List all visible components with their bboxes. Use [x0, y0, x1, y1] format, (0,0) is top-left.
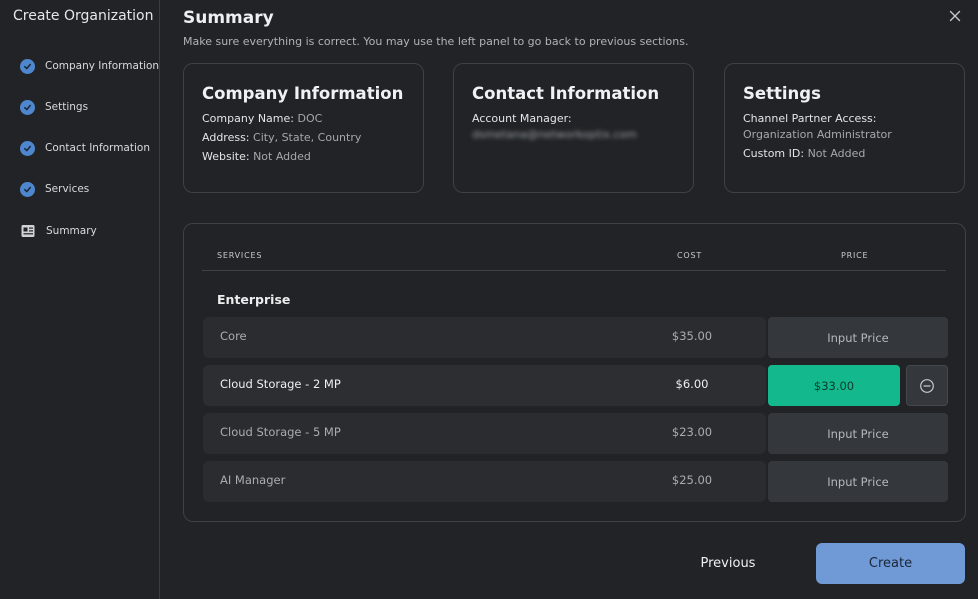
field-label: Company Name: — [202, 112, 294, 125]
website-value: Not Added — [253, 150, 311, 163]
address-line: Address: City, State, Country — [202, 131, 405, 144]
service-name: Core — [220, 329, 247, 343]
page-title: Summary — [183, 8, 274, 28]
sidebar-item-label: Summary — [46, 225, 97, 237]
sidebar-item-services[interactable]: Services — [20, 179, 89, 199]
website-line: Website: Not Added — [202, 150, 405, 163]
table-row: AI Manager $25.00 — [203, 461, 766, 502]
custom-id-value: Not Added — [807, 147, 866, 160]
service-name: Cloud Storage - 5 MP — [220, 425, 341, 439]
service-cost: $25.00 — [671, 473, 713, 487]
page-subtitle: Make sure everything is correct. You may… — [183, 35, 689, 48]
check-circle-icon — [20, 140, 35, 156]
app-title: Create Organization — [13, 8, 154, 24]
input-price-button[interactable]: Input Price — [768, 461, 948, 502]
sidebar-item-contact-information[interactable]: Contact Information — [20, 138, 150, 158]
account-manager-label: Account Manager: — [472, 112, 572, 125]
column-header-cost: COST — [677, 251, 703, 260]
column-header-price: PRICE — [841, 251, 869, 260]
card-title: Contact Information — [472, 84, 660, 103]
sidebar-item-settings[interactable]: Settings — [20, 97, 88, 117]
settings-card: Settings Channel Partner Access: Organiz… — [724, 63, 965, 193]
field-label: Website: — [202, 150, 250, 163]
service-cost: $35.00 — [671, 329, 713, 343]
sidebar-item-label: Services — [45, 183, 90, 195]
channel-partner-value: Organization Administrator — [743, 128, 892, 141]
custom-id-line: Custom ID: Not Added — [743, 147, 946, 160]
previous-button[interactable]: Previous — [690, 550, 766, 576]
sidebar-item-company-information[interactable]: Company Information — [20, 56, 159, 76]
card-title: Company Information — [202, 84, 404, 103]
check-circle-icon — [20, 181, 35, 197]
field-label: Custom ID: — [743, 147, 805, 160]
close-icon[interactable] — [948, 8, 962, 22]
column-header-services: SERVICES — [217, 251, 263, 260]
sidebar-item-summary[interactable]: Summary — [20, 221, 97, 241]
account-manager-value: dsmetana@networkoptix.com — [472, 128, 637, 141]
channel-partner-label: Channel Partner Access: — [743, 112, 877, 125]
minus-circle-icon — [920, 378, 934, 393]
company-information-card: Company Information Company Name: DOC Ad… — [183, 63, 424, 193]
service-cost: $6.00 — [675, 377, 709, 391]
sidebar-item-label: Settings — [45, 101, 89, 113]
remove-price-button[interactable] — [906, 365, 948, 406]
input-price-button[interactable]: Input Price — [768, 413, 948, 454]
table-row: Core $35.00 — [203, 317, 766, 358]
contact-information-card: Contact Information Account Manager: dsm… — [453, 63, 694, 193]
table-row: Cloud Storage - 2 MP $6.00 — [203, 365, 766, 406]
service-cost: $23.00 — [671, 425, 713, 439]
company-name-line: Company Name: DOC — [202, 112, 405, 125]
sidebar: Create Organization Company Information … — [0, 0, 160, 599]
price-input[interactable]: $33.00 — [768, 365, 900, 406]
header-divider — [202, 270, 946, 271]
input-price-button[interactable]: Input Price — [768, 317, 948, 358]
company-name-value: DOC — [297, 112, 323, 125]
check-circle-icon — [20, 99, 35, 115]
create-button[interactable]: Create — [816, 543, 965, 584]
table-row: Cloud Storage - 5 MP $23.00 — [203, 413, 766, 454]
service-name: Cloud Storage - 2 MP — [220, 377, 341, 391]
service-group-title: Enterprise — [217, 292, 291, 307]
check-circle-icon — [20, 58, 35, 74]
address-value: City, State, Country — [253, 131, 362, 144]
sidebar-item-label: Contact Information — [45, 142, 150, 154]
summary-icon — [20, 223, 36, 239]
field-label: Address: — [202, 131, 250, 144]
sidebar-item-label: Company Information — [45, 60, 160, 72]
card-title: Settings — [743, 84, 821, 103]
service-name: AI Manager — [220, 473, 286, 487]
